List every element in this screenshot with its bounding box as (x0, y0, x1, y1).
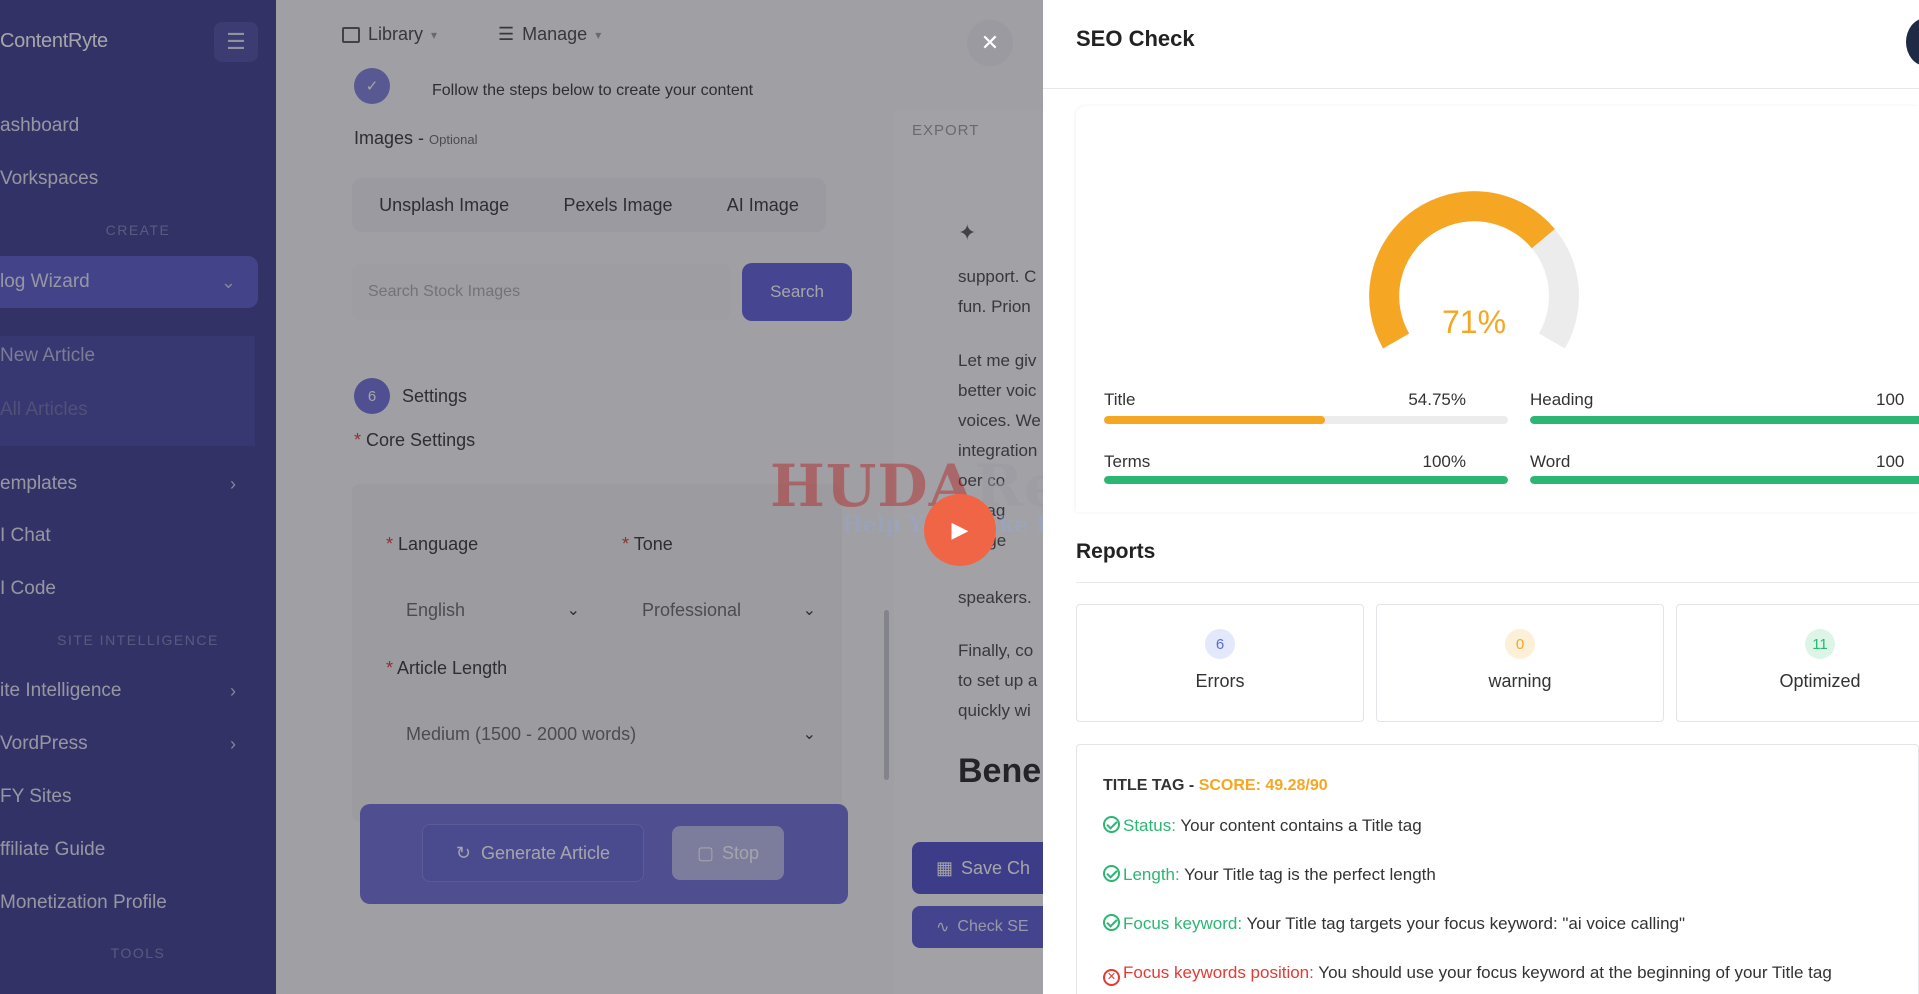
close-icon[interactable]: ✕ (967, 20, 1013, 66)
divider (1076, 582, 1919, 583)
metric-title-bar (1104, 416, 1508, 424)
report-line-key: Focus keyword: (1123, 914, 1243, 933)
report-errors-card[interactable]: 6 Errors (1076, 604, 1364, 722)
optimized-label: Optimized (1779, 671, 1861, 691)
warning-label: warning (1488, 671, 1552, 691)
x-circle-icon: ✕ (1103, 969, 1120, 986)
metric-word-label: Word (1530, 452, 1571, 471)
metric-terms-fill (1104, 476, 1508, 484)
metric-word-value: 100 (1876, 452, 1905, 471)
play-icon[interactable]: ▶ (924, 494, 996, 566)
report-line-text: Your Title tag is the perfect length (1184, 865, 1436, 884)
report-line-key: Length: (1123, 865, 1180, 884)
metric-terms-bar (1104, 476, 1508, 484)
metric-word-bar (1530, 476, 1919, 484)
panel-title: SEO Check (1076, 26, 1195, 51)
report-line-text: You should use your focus keyword at the… (1318, 963, 1832, 982)
metric-terms-value: 100% (1422, 452, 1466, 471)
report-optimized-card[interactable]: 11 Optimized (1676, 604, 1919, 722)
title-tag-heading-text: TITLE TAG - (1103, 777, 1195, 794)
report-line-key: Focus keywords position: (1123, 963, 1314, 982)
metric-heading-value: 100 (1876, 390, 1905, 409)
metric-title-fill (1104, 416, 1326, 424)
metric-title-value: 54.75% (1408, 390, 1466, 409)
report-line-keyword-position: ✕ Focus keywords position: You should use… (1103, 963, 1832, 986)
title-tag-score: SCORE: 49.28/90 (1198, 777, 1328, 794)
seo-check-panel: SEO Check 71% Title 54.75% Heading 100 T… (1043, 0, 1919, 994)
report-line-length: Length: Your Title tag is the perfect le… (1103, 865, 1436, 885)
metric-heading-fill (1530, 416, 1919, 424)
seo-score-value: 71% (1441, 304, 1507, 340)
check-circle-icon (1103, 914, 1120, 931)
check-circle-icon (1103, 865, 1120, 882)
warning-count-badge: 0 (1505, 629, 1535, 659)
seo-score-gauge (1369, 190, 1579, 349)
divider (1043, 88, 1919, 89)
title-tag-heading: TITLE TAG - SCORE: 49.28/90 (1103, 777, 1328, 795)
metric-terms-label: Terms (1104, 452, 1151, 471)
report-line-focus-keyword: Focus keyword: Your Title tag targets yo… (1103, 914, 1685, 934)
reports-title: Reports (1076, 540, 1156, 563)
errors-label: Errors (1195, 671, 1245, 691)
report-line-text: Your content contains a Title tag (1180, 816, 1422, 835)
report-line-text: Your Title tag targets your focus keywor… (1246, 914, 1686, 933)
seo-score-card: 71% Title 54.75% Heading 100 Terms 100% … (1076, 106, 1919, 512)
metric-word-fill (1530, 476, 1919, 484)
errors-count-badge: 6 (1205, 629, 1235, 659)
title-tag-report: TITLE TAG - SCORE: 49.28/90 Status: Your… (1076, 744, 1919, 994)
app-root: ContentRyte ☰ ashboard Vorkspaces CREATE… (0, 0, 1919, 994)
check-circle-icon (1103, 816, 1120, 833)
metric-heading-bar (1530, 416, 1919, 424)
report-warning-card[interactable]: 0 warning (1376, 604, 1664, 722)
metric-heading-label: Heading (1530, 390, 1594, 409)
report-line-key: Status: (1123, 816, 1176, 835)
optimized-count-badge: 11 (1805, 629, 1835, 659)
report-line-status: Status: Your content contains a Title ta… (1103, 816, 1422, 836)
metric-title-label: Title (1104, 390, 1136, 409)
